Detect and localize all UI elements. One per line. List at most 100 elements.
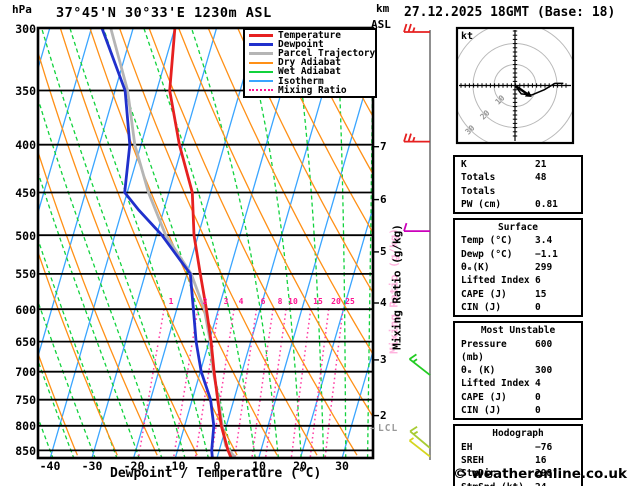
stat-label: PW (cm) <box>461 198 502 210</box>
stat-row: θₑ(K) 299 <box>455 261 581 274</box>
station-title: 37°45'N 30°33'E 1230m ASL <box>56 5 272 21</box>
stat-label: K <box>461 159 467 170</box>
temp-tick-label: -40 <box>39 459 61 473</box>
credit-text: © weatheronline.co.uk <box>453 466 627 482</box>
stat-label: Dewp (°C) <box>461 248 513 260</box>
stat-label: Lifted Index <box>461 275 530 287</box>
stat-row: EH −76 <box>455 441 581 454</box>
stat-row: CIN (J) 0 <box>455 301 581 314</box>
stat-value: 0.81 <box>535 198 558 210</box>
altitude-axis-unit-km: km <box>376 2 390 15</box>
stat-value: 48 <box>535 172 547 184</box>
stat-row: PW (cm) 0.81 <box>455 198 581 211</box>
mixing-ratio-value-label: 25 <box>345 297 355 306</box>
stat-label: CIN (J) <box>461 405 502 417</box>
stat-label: CAPE (J) <box>461 288 507 300</box>
legend-swatch-parcel-trajectory <box>249 52 273 56</box>
stat-row: θₑ (K) 300 <box>455 364 581 377</box>
stats-box-title: Most Unstable <box>480 325 556 337</box>
stats-box: K 21 Totals Totals 48 PW (cm) 0.81 <box>453 155 583 215</box>
pressure-tick-label: 700 <box>15 365 36 379</box>
pressure-tick-label: 850 <box>15 444 36 458</box>
stat-row: CAPE (J) 0 <box>455 391 581 404</box>
legend-swatch-dewpoint <box>249 43 273 47</box>
legend-label: Mixing Ratio <box>278 84 347 96</box>
mixing-ratio-value-label: 10 <box>288 297 298 306</box>
pressure-tick-label: 300 <box>15 22 36 36</box>
pressure-tick-label: 450 <box>15 186 36 200</box>
stats-box-title: Hodograph <box>492 428 544 440</box>
km-tick-label: 5 <box>380 245 387 258</box>
datetime-title: 27.12.2025 18GMT (Base: 18) <box>404 5 616 20</box>
km-tick-label: 3 <box>380 353 387 366</box>
stat-row: Temp (°C) 3.4 <box>455 234 581 247</box>
stat-label: θₑ (K) <box>461 365 496 377</box>
km-tick-label: 2 <box>380 409 387 422</box>
pressure-tick-label: 500 <box>15 229 36 243</box>
legend-swatch-isotherm <box>249 80 273 83</box>
legend-swatch-dry-adiabat <box>249 61 273 64</box>
stat-row: Lifted Index 4 <box>455 377 581 390</box>
stat-label: Totals Totals <box>461 172 496 197</box>
stat-row: K 21 <box>455 158 581 171</box>
stat-value: 299 <box>535 262 553 274</box>
km-tick-label: 6 <box>380 193 387 206</box>
temp-tick-label: -30 <box>81 459 103 473</box>
mixing-ratio-value-label: 2 <box>202 297 208 306</box>
mixing-ratio-value-label: 4 <box>238 297 244 306</box>
stat-label: θₑ(K) <box>461 262 490 274</box>
stats-box-most-unstable: Most Unstable Pressure (mb) 600 θₑ (K) 300 Li… <box>453 321 583 421</box>
km-tick-label: 7 <box>380 140 387 153</box>
km-tick-label: 4 <box>380 296 387 309</box>
stat-value: 3.4 <box>535 235 553 247</box>
pressure-tick-label: 650 <box>15 335 36 349</box>
stat-row: Dewp (°C) −1.1 <box>455 248 581 261</box>
mixing-ratio-value-label: 6 <box>260 297 266 306</box>
stat-value: 0 <box>535 391 541 403</box>
stat-value: 300 <box>535 365 553 377</box>
stat-row: Pressure (mb) 600 <box>455 338 581 365</box>
legend-swatch-temperature <box>249 34 273 38</box>
pressure-tick-label: 750 <box>15 393 36 407</box>
lcl-marker-label: LCL <box>378 423 399 434</box>
pressure-tick-label: 550 <box>15 267 36 281</box>
stat-value: −1.1 <box>535 248 558 260</box>
legend-swatch-mixing-ratio <box>249 89 273 92</box>
stat-row: Lifted Index 6 <box>455 274 581 287</box>
stat-label: EH <box>461 441 473 453</box>
legend-swatch-wet-adiabat <box>249 70 273 73</box>
stat-row: CIN (J) 0 <box>455 404 581 417</box>
stats-box-surface: Surface Temp (°C) 3.4 Dewp (°C) −1.1 θₑ(K) 299… <box>453 218 583 318</box>
stat-value: 6 <box>535 275 541 287</box>
mixing-ratio-value-label: 15 <box>313 297 323 306</box>
x-axis-label: Dewpoint / Temperature (°C) <box>110 466 322 481</box>
stats-box-title: Surface <box>497 222 539 234</box>
hodograph-unit-label: kt <box>461 31 474 42</box>
stat-label: CAPE (J) <box>461 391 507 403</box>
stat-row: Totals Totals 48 <box>455 171 581 198</box>
stat-value: 0 <box>535 301 541 313</box>
stat-value: 0 <box>535 405 541 417</box>
mixing-ratio-axis-label: Mixing Ratio (g/kg) <box>390 224 404 350</box>
temp-tick-label: 30 <box>335 459 349 473</box>
stat-label: Lifted Index <box>461 378 530 390</box>
wind-barb-column <box>403 23 431 460</box>
pressure-tick-label: 350 <box>15 84 36 98</box>
legend: Temperature Dewpoint Parcel Trajectory Dry … <box>243 28 377 98</box>
pressure-tick-label: 800 <box>15 419 36 433</box>
stat-label: Pressure (mb) <box>461 338 507 363</box>
pressure-axis-unit: hPa <box>12 3 32 16</box>
mixing-ratio-value-label: 1 <box>168 297 174 306</box>
stat-value: 15 <box>535 288 547 300</box>
skewt-sounding-page: hPa 37°45'N 30°33'E 1230m ASL km ASL 27.… <box>0 0 629 486</box>
stat-label: Temp (°C) <box>461 235 513 247</box>
stats-panel: K 21 Totals Totals 48 PW (cm) 0.81 Surface Temp… <box>453 155 583 486</box>
pressure-tick-label: 400 <box>15 138 36 152</box>
stat-value: 600 <box>535 338 553 350</box>
stat-value: 4 <box>535 378 541 390</box>
legend-item: Mixing Ratio <box>249 84 372 96</box>
stat-value: −76 <box>535 441 553 453</box>
pressure-tick-label: 600 <box>15 303 36 317</box>
stat-label: CIN (J) <box>461 301 502 313</box>
stat-row: CAPE (J) 15 <box>455 288 581 301</box>
